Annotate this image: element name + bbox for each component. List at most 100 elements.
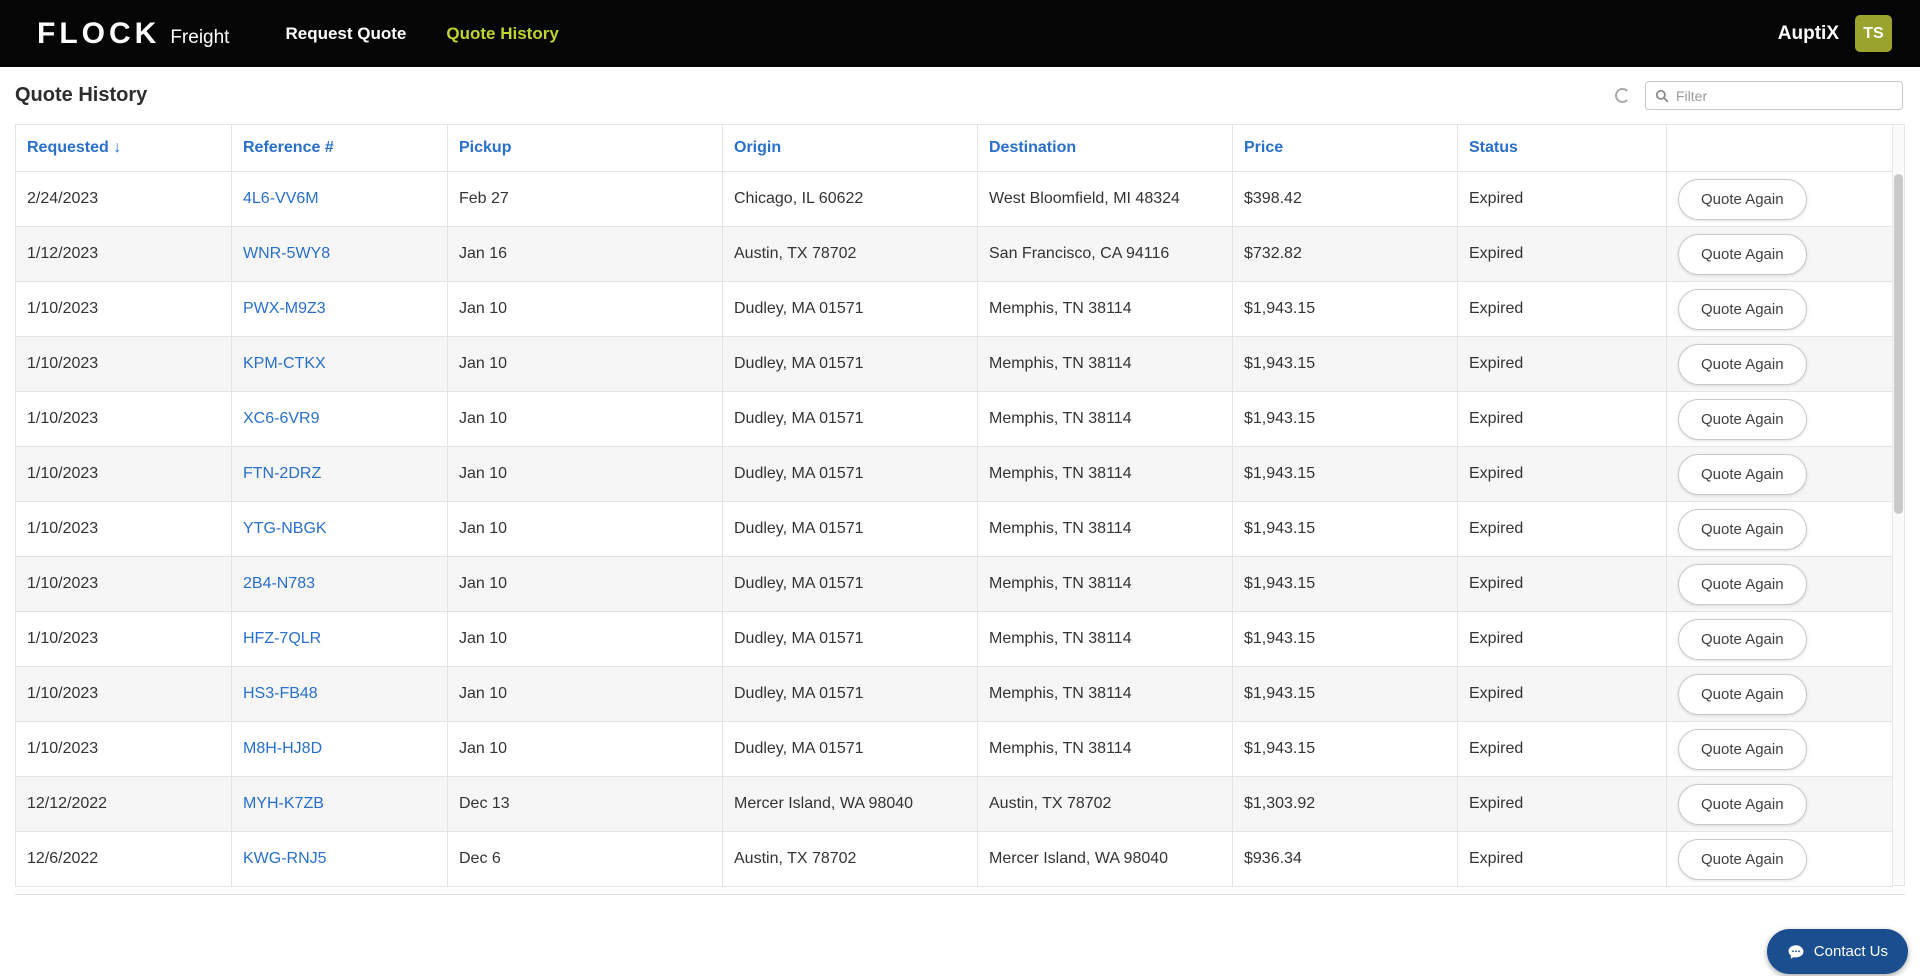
quote-again-button[interactable]: Quote Again: [1678, 728, 1807, 770]
reference-cell: PWX-M9Z3: [231, 281, 448, 337]
column-header-status[interactable]: Status: [1457, 124, 1667, 172]
reference-cell: WNR-5WY8: [231, 226, 448, 282]
status-cell: Expired: [1457, 776, 1667, 832]
quote-again-button[interactable]: Quote Again: [1678, 178, 1807, 220]
reference-link[interactable]: WNR-5WY8: [243, 245, 330, 262]
table-row: 1/10/2023 M8H-HJ8D Jan 10 Dudley, MA 01571 M…: [15, 721, 1893, 777]
column-header-destination[interactable]: Destination: [977, 124, 1233, 172]
destination-cell: Memphis, TN 38114: [977, 501, 1233, 557]
table-row: 1/10/2023 HFZ-7QLR Jan 10 Dudley, MA 01571 M…: [15, 611, 1893, 667]
quote-history-table: Requested ↓ Reference # Pickup Origin Destin…: [15, 124, 1893, 887]
reference-link[interactable]: XC6-6VR9: [243, 410, 319, 427]
price-cell: $1,943.15: [1232, 446, 1458, 502]
contact-us-button[interactable]: Contact Us: [1766, 929, 1908, 974]
reference-link[interactable]: 4L6-VV6M: [243, 190, 319, 207]
destination-cell: Mercer Island, WA 98040: [977, 831, 1233, 887]
quote-again-button[interactable]: Quote Again: [1678, 288, 1807, 330]
table-row: 1/10/2023 2B4-N783 Jan 10 Dudley, MA 01571 M…: [15, 556, 1893, 612]
reference-cell: 2B4-N783: [231, 556, 448, 612]
pickup-cell: Jan 10: [447, 391, 723, 447]
reference-cell: FTN-2DRZ: [231, 446, 448, 502]
column-header-reference[interactable]: Reference #: [231, 124, 448, 172]
column-header-pickup[interactable]: Pickup: [447, 124, 723, 172]
loading-spinner-icon: [1615, 88, 1630, 103]
origin-cell: Dudley, MA 01571: [722, 336, 978, 392]
reference-link[interactable]: PWX-M9Z3: [243, 300, 326, 317]
reference-link[interactable]: FTN-2DRZ: [243, 465, 321, 482]
reference-link[interactable]: KWG-RNJ5: [243, 850, 327, 867]
reference-cell: M8H-HJ8D: [231, 721, 448, 777]
filter-input[interactable]: [1676, 87, 1893, 104]
destination-cell: Memphis, TN 38114: [977, 666, 1233, 722]
requested-cell: 1/12/2023: [15, 226, 232, 282]
reference-cell: KPM-CTKX: [231, 336, 448, 392]
top-navbar: FLOCK Freight Request Quote Quote History…: [0, 0, 1920, 67]
logo-freight-text: Freight: [170, 26, 230, 48]
column-header-price[interactable]: Price: [1232, 124, 1458, 172]
price-cell: $732.82: [1232, 226, 1458, 282]
price-cell: $1,943.15: [1232, 666, 1458, 722]
flock-freight-logo[interactable]: FLOCK Freight: [37, 17, 229, 51]
reference-link[interactable]: HFZ-7QLR: [243, 630, 321, 647]
quote-again-button[interactable]: Quote Again: [1678, 398, 1807, 440]
reference-link[interactable]: MYH-K7ZB: [243, 795, 324, 812]
price-cell: $1,943.15: [1232, 721, 1458, 777]
status-cell: Expired: [1457, 611, 1667, 667]
destination-cell: Memphis, TN 38114: [977, 281, 1233, 337]
reference-cell: YTG-NBGK: [231, 501, 448, 557]
quote-again-button[interactable]: Quote Again: [1678, 618, 1807, 660]
pickup-cell: Jan 10: [447, 336, 723, 392]
origin-cell: Chicago, IL 60622: [722, 171, 978, 227]
quote-again-button[interactable]: Quote Again: [1678, 343, 1807, 385]
user-avatar[interactable]: TS: [1855, 15, 1892, 52]
action-cell: Quote Again: [1666, 391, 1893, 447]
reference-link[interactable]: HS3-FB48: [243, 685, 318, 702]
action-cell: Quote Again: [1666, 226, 1893, 282]
quote-again-button[interactable]: Quote Again: [1678, 783, 1807, 825]
scrollbar-thumb[interactable]: [1894, 174, 1903, 514]
nav-links: Request Quote Quote History: [285, 24, 558, 44]
status-cell: Expired: [1457, 226, 1667, 282]
reference-cell: XC6-6VR9: [231, 391, 448, 447]
table-row: 2/24/2023 4L6-VV6M Feb 27 Chicago, IL 60622…: [15, 171, 1893, 227]
price-cell: $1,943.15: [1232, 336, 1458, 392]
origin-cell: Dudley, MA 01571: [722, 501, 978, 557]
destination-cell: West Bloomfield, MI 48324: [977, 171, 1233, 227]
reference-link[interactable]: KPM-CTKX: [243, 355, 326, 372]
price-cell: $1,943.15: [1232, 501, 1458, 557]
column-header-requested[interactable]: Requested ↓: [15, 124, 232, 172]
page-header: Quote History: [0, 67, 1920, 124]
requested-cell: 1/10/2023: [15, 501, 232, 557]
action-cell: Quote Again: [1666, 281, 1893, 337]
column-header-origin[interactable]: Origin: [722, 124, 978, 172]
quote-again-button[interactable]: Quote Again: [1678, 563, 1807, 605]
action-cell: Quote Again: [1666, 336, 1893, 392]
reference-cell: MYH-K7ZB: [231, 776, 448, 832]
table-row: 1/10/2023 XC6-6VR9 Jan 10 Dudley, MA 01571 M…: [15, 391, 1893, 447]
origin-cell: Austin, TX 78702: [722, 226, 978, 282]
nav-item-request-quote[interactable]: Request Quote: [285, 24, 406, 44]
product-name: AuptiX: [1777, 22, 1839, 44]
origin-cell: Dudley, MA 01571: [722, 666, 978, 722]
reference-link[interactable]: M8H-HJ8D: [243, 740, 322, 757]
table-row: 1/12/2023 WNR-5WY8 Jan 16 Austin, TX 78702 S…: [15, 226, 1893, 282]
filter-box: [1645, 81, 1903, 110]
table-scrollbar[interactable]: [1892, 124, 1905, 886]
quote-again-button[interactable]: Quote Again: [1678, 673, 1807, 715]
reference-link[interactable]: 2B4-N783: [243, 575, 315, 592]
requested-cell: 12/12/2022: [15, 776, 232, 832]
nav-item-quote-history[interactable]: Quote History: [446, 24, 558, 44]
table-row: 1/10/2023 YTG-NBGK Jan 10 Dudley, MA 01571 M…: [15, 501, 1893, 557]
reference-link[interactable]: YTG-NBGK: [243, 520, 327, 537]
chat-bubble-icon: [1787, 943, 1805, 961]
requested-cell: 1/10/2023: [15, 336, 232, 392]
destination-cell: Memphis, TN 38114: [977, 391, 1233, 447]
quote-again-button[interactable]: Quote Again: [1678, 453, 1807, 495]
action-cell: Quote Again: [1666, 171, 1893, 227]
quote-again-button[interactable]: Quote Again: [1678, 508, 1807, 550]
quote-again-button[interactable]: Quote Again: [1678, 838, 1807, 880]
status-cell: Expired: [1457, 666, 1667, 722]
quote-again-button[interactable]: Quote Again: [1678, 233, 1807, 275]
destination-cell: Memphis, TN 38114: [977, 446, 1233, 502]
origin-cell: Dudley, MA 01571: [722, 281, 978, 337]
